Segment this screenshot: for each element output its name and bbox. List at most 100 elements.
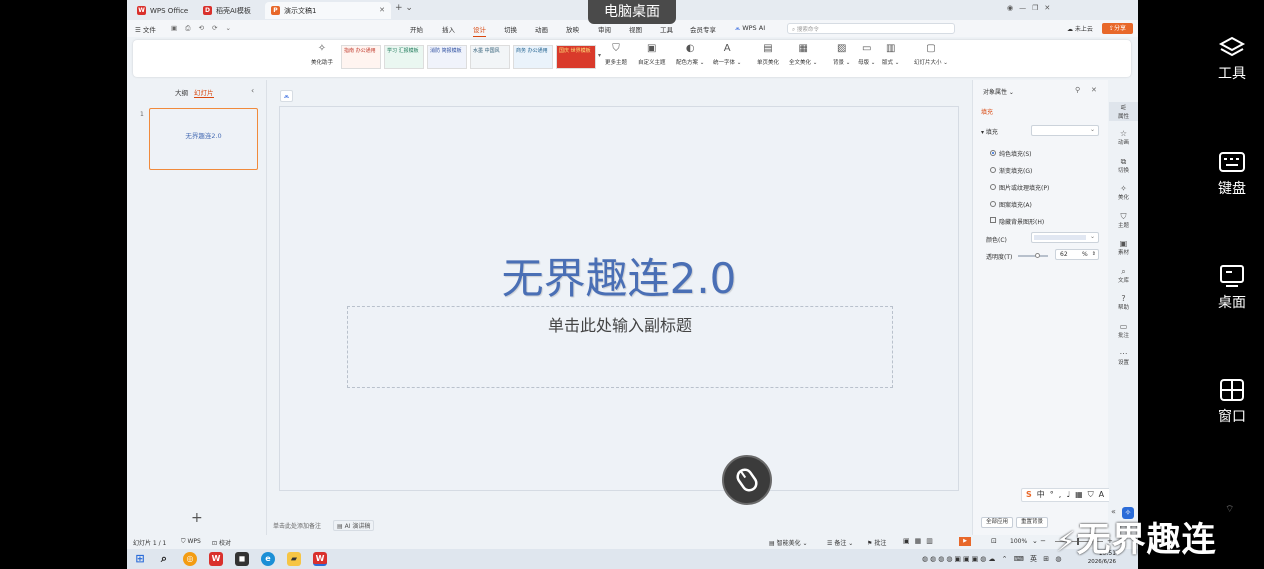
menu-tools[interactable]: 工具 [660, 24, 673, 34]
system-tray-icons[interactable]: ◍◍◍◍▣▣▣◍☁ ⌃ ⌨ 英 ⊞ ◍ [922, 554, 1063, 564]
cloud-status[interactable]: ☁ 未上云 [1067, 24, 1093, 33]
slider-thumb[interactable] [1035, 253, 1040, 258]
remote-desktop-label[interactable]: 电脑桌面 [588, 0, 676, 24]
transparency-slider[interactable] [1018, 253, 1048, 258]
fill-section-toggle[interactable]: ▾ 填充 [981, 127, 998, 136]
stepper-icon[interactable]: ⇕ [1092, 250, 1096, 259]
zoom-level[interactable]: 100% [1010, 538, 1027, 545]
menu-review[interactable]: 审阅 [598, 24, 611, 34]
file-menu[interactable]: ☰ 文件 [135, 24, 156, 34]
hide-bg-checkbox[interactable] [990, 217, 996, 223]
toolbar-transition[interactable]: ⧉ 切换 [1109, 157, 1138, 174]
radio-picture-fill[interactable] [990, 184, 996, 190]
close-icon[interactable]: ✕ [1044, 4, 1056, 12]
share-button[interactable]: ⇪分享 [1102, 23, 1133, 34]
slide-size-button[interactable]: ▢ 幻灯片大小 ⌄ [914, 43, 948, 66]
theme-thumb-1[interactable]: 指南 办公通用 [341, 45, 381, 69]
quick-access-icons[interactable]: ▣ ⎙ ⟲ ⟳ ⌄ [171, 24, 234, 33]
apply-all-button[interactable]: 全部应用 [981, 517, 1014, 528]
ai-float-icon[interactable]: ⩕ [280, 90, 293, 102]
hide-bg-label[interactable]: 隐藏背景图形(H) [999, 217, 1044, 226]
proofread-button[interactable]: ⊡ 校对 [212, 538, 231, 547]
fill-type-dropdown[interactable]: ⌄ [1031, 125, 1099, 136]
fit-window-icon[interactable]: ⊡ [991, 537, 997, 545]
search-box[interactable]: ⌕ 搜索命令 [787, 23, 955, 34]
browser-app-icon[interactable]: ◎ [183, 552, 197, 566]
wps-status[interactable]: ⛉ WPS [181, 538, 201, 546]
taskbar-search-icon[interactable]: ⌕ [157, 552, 171, 566]
notes-placeholder[interactable]: 单击此处添加备注 [273, 521, 321, 530]
slide-canvas[interactable]: 无界趣连2.0 单击此处输入副标题 [279, 106, 959, 491]
edge-icon[interactable]: e [261, 552, 275, 566]
tab-wps-office[interactable]: W WPS Office [131, 2, 195, 19]
tab-docer-ai[interactable]: D 稻壳AI模板 [197, 2, 261, 19]
new-tab-icon[interactable]: + ⌄ [395, 3, 413, 13]
toolbar-beautify[interactable]: ✧ 美化 [1109, 184, 1138, 201]
menu-member[interactable]: 会员专享 [690, 24, 716, 34]
option-pattern-fill[interactable]: 图案填充(A) [999, 200, 1032, 209]
toolbar-settings[interactable]: ⋯ 设置 [1109, 349, 1138, 366]
notes-toggle[interactable]: ☰ 备注 ⌄ [827, 538, 853, 547]
close-panel-icon[interactable]: ✕ [1091, 86, 1097, 94]
zoom-out-icon[interactable]: ⌄ − [1032, 537, 1046, 545]
subtitle-placeholder-box[interactable]: 单击此处输入副标题 [347, 306, 893, 388]
side-keyboard[interactable]: 键盘 [1200, 150, 1264, 198]
beautify-assistant-button[interactable]: ✧ 美化助手 [311, 43, 333, 66]
radio-gradient-fill[interactable] [990, 167, 996, 173]
toolbar-assets[interactable]: ▣ 素材 [1109, 239, 1138, 256]
slide-title[interactable]: 无界趣连2.0 [280, 245, 958, 306]
radio-pattern-fill[interactable] [990, 201, 996, 207]
tab-slides[interactable]: 幻灯片 [194, 87, 214, 98]
toolbar-comment[interactable]: ▭ 批注 [1109, 322, 1138, 339]
slide-thumbnail[interactable]: 无界趣连2.0 [149, 108, 258, 170]
theme-thumb-5[interactable]: 商务 办公通用 [513, 45, 553, 69]
unify-font-button[interactable]: A 统一字体 ⌄ [713, 43, 741, 66]
floating-mouse-button[interactable] [722, 455, 772, 505]
theme-thumb-6[interactable]: 国庆 世界模板 [556, 45, 596, 69]
layout-button[interactable]: ▥ 版式 ⌄ [882, 43, 899, 66]
theme-thumb-2[interactable]: 学习 汇报模板 [384, 45, 424, 69]
pin-icon[interactable]: ⚲ [1075, 86, 1080, 94]
full-beautify-button[interactable]: ▦ 全文美化 ⌄ [789, 43, 817, 66]
background-button[interactable]: ▨ 背景 ⌄ [833, 43, 850, 66]
color-scheme-button[interactable]: ◐ 配色方案 ⌄ [676, 43, 704, 66]
toolbar-library[interactable]: ⌕ 文库 [1109, 267, 1138, 284]
comment-toggle[interactable]: ⚑ 批注 [867, 538, 886, 547]
ai-speech-button[interactable]: ▤ AI 演讲稿 [333, 520, 375, 531]
toolbar-help[interactable]: ? 帮助 [1109, 294, 1138, 311]
view-mode-icons[interactable]: ▣▦▥ [903, 537, 938, 545]
user-icon[interactable]: ◉ [1007, 4, 1019, 12]
color-picker[interactable]: ⌄ [1031, 232, 1099, 243]
toolbar-theme[interactable]: ⛉ 主题 [1109, 212, 1138, 229]
menu-slideshow[interactable]: 放映 [566, 24, 579, 34]
tab-presentation[interactable]: P 演示文稿1 ✕ [265, 2, 391, 19]
play-slideshow-icon[interactable]: ▶ [959, 537, 971, 546]
side-tools[interactable]: 工具 [1200, 35, 1264, 83]
option-picture-fill[interactable]: 图片或纹理填充(P) [999, 183, 1049, 192]
smart-beautify-button[interactable]: ▤ 智能美化 ⌄ [769, 538, 808, 547]
theme-gallery-expand-icon[interactable]: ▾ [598, 52, 601, 59]
master-button[interactable]: ▭ 母版 ⌄ [858, 43, 875, 66]
more-themes-button[interactable]: ⛉ 更多主题 [605, 43, 627, 66]
collapse-panel-icon[interactable]: ‹ [251, 86, 254, 95]
properties-header[interactable]: 对象属性 ⌄ [983, 87, 1014, 96]
menu-animation[interactable]: 动画 [535, 24, 548, 34]
menu-insert[interactable]: 插入 [442, 24, 455, 34]
wps-presentation-icon[interactable]: W [313, 552, 327, 566]
radio-solid-fill[interactable] [990, 150, 996, 156]
maximize-icon[interactable]: ❐ [1032, 4, 1044, 12]
app-icon[interactable]: ◼ [235, 552, 249, 566]
single-page-beautify-button[interactable]: ▤ 单页美化 [757, 43, 779, 66]
file-explorer-icon[interactable]: ▰ [287, 552, 301, 566]
close-tab-icon[interactable]: ✕ [379, 6, 385, 14]
side-desktop[interactable]: 桌面 [1200, 264, 1264, 312]
menu-transition[interactable]: 切换 [504, 24, 517, 34]
minimize-icon[interactable]: — [1019, 4, 1032, 12]
toolbar-properties[interactable]: ⚟ 属性 [1109, 102, 1138, 121]
wps-ai-button[interactable]: ⩕ WPS AI [735, 24, 765, 33]
menu-view[interactable]: 视图 [629, 24, 642, 34]
transparency-input[interactable]: 62 % ⇕ [1055, 249, 1099, 260]
reset-background-button[interactable]: 重置背景 [1016, 517, 1049, 528]
side-window[interactable]: 窗口 [1200, 378, 1264, 426]
menu-start[interactable]: 开始 [410, 24, 423, 34]
